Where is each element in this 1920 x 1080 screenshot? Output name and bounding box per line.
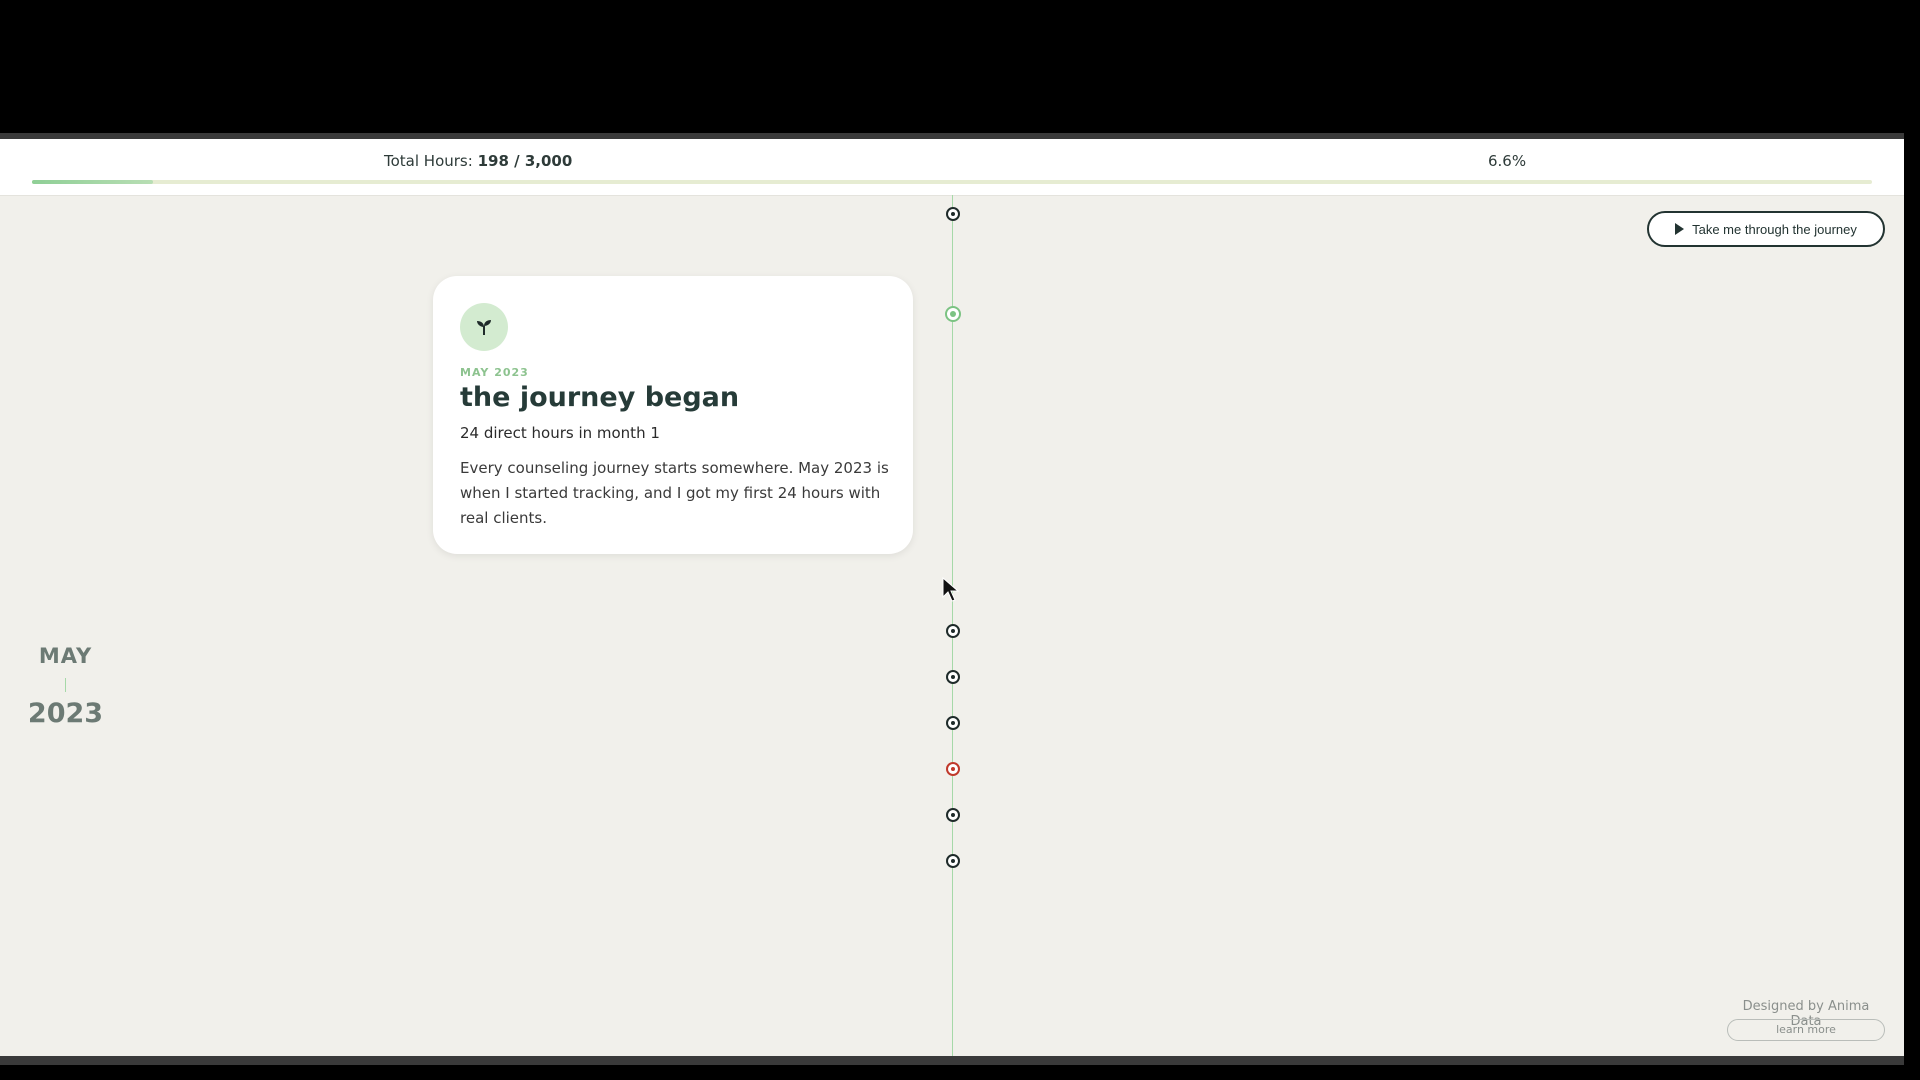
- timeline-node[interactable]: [946, 670, 960, 684]
- total-hours-value: 198 / 3,000: [477, 152, 573, 170]
- mouse-cursor-icon: [942, 577, 960, 602]
- learn-more-button[interactable]: learn more: [1727, 1019, 1885, 1041]
- play-icon: [1675, 223, 1685, 235]
- milestone-card: MAY 2023 the journey began 24 direct hou…: [433, 276, 913, 554]
- card-body: Every counseling journey starts somewher…: [460, 459, 889, 527]
- timeline-app: Total Hours: 198 / 3,000 6.6% MAY 2023 t…: [0, 139, 1904, 1056]
- total-hours-label: Total Hours: 198 / 3,000: [384, 152, 572, 170]
- timeline-node[interactable]: [946, 716, 960, 730]
- bottom-edge: [0, 1056, 1904, 1065]
- timeline-node[interactable]: [946, 808, 960, 822]
- card-title: the journey began: [460, 382, 740, 413]
- timeline-node[interactable]: [946, 624, 960, 638]
- journey-tour-button[interactable]: Take me through the journey: [1647, 211, 1885, 247]
- sprout-icon: [460, 303, 508, 351]
- progress-header: Total Hours: 198 / 3,000 6.6%: [0, 139, 1904, 196]
- timeline-node-active[interactable]: [945, 306, 961, 322]
- timeline-node[interactable]: [946, 854, 960, 868]
- total-hours-prefix: Total Hours:: [384, 152, 473, 170]
- progress-percent: 6.6%: [1488, 152, 1527, 170]
- side-month-label: MAY: [38, 644, 93, 668]
- journey-button-label: Take me through the journey: [1692, 221, 1857, 237]
- timeline-node[interactable]: [946, 207, 960, 221]
- top-black-bar: [0, 0, 1920, 133]
- card-date: MAY 2023: [460, 366, 529, 379]
- timeline-node-alert[interactable]: [946, 762, 960, 776]
- card-subtitle: 24 direct hours in month 1: [460, 424, 660, 442]
- side-separator: [65, 678, 66, 692]
- progress-fill: [32, 180, 154, 184]
- side-year-label: 2023: [27, 698, 104, 729]
- progress-track: [32, 180, 1872, 184]
